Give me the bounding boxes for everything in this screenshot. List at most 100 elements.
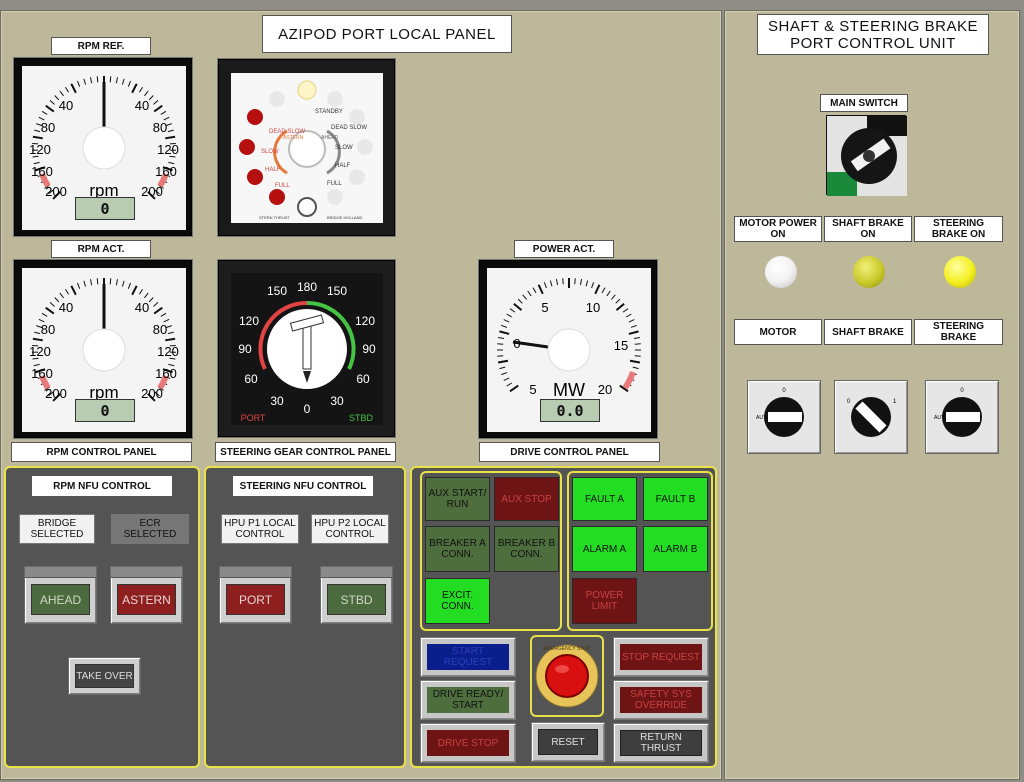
tick-label: 200 [45, 386, 67, 401]
rpm-ref-readout: 0 [75, 197, 135, 220]
dial-tick [32, 135, 43, 140]
tick-label: 200 [141, 386, 163, 401]
emergency-stop-icon: EMERGENCY STOP [535, 644, 599, 708]
telegraph-knob[interactable] [297, 197, 317, 217]
start-request-button[interactable]: START REQUEST [420, 637, 516, 677]
power-act-readout: 0.0 [540, 399, 600, 422]
dial-tick [497, 359, 509, 364]
aux-start-run-lamp[interactable]: AUX START/ RUN [425, 477, 490, 521]
dial-tick [131, 83, 138, 94]
telegraph-label: DEAD SLOW [331, 125, 367, 131]
dial-tick [556, 279, 559, 286]
rpm-ref-gauge: 40 80 120 160 200 40 80 120 160 200 rpm … [14, 58, 192, 236]
gauge-unit: MW [553, 380, 585, 400]
hpu-p2-local-control-button[interactable]: HPU P2 LOCAL CONTROL [311, 514, 389, 544]
brake-title-line-1: SHAFT & STEERING BRAKE [768, 17, 978, 35]
ahead-button[interactable]: AHEAD [24, 566, 97, 624]
hpu-p1-local-control-button[interactable]: HPU P1 LOCAL CONTROL [221, 514, 299, 544]
telegraph-ring-label: AHEAD [321, 135, 339, 141]
dial-tick [628, 319, 635, 323]
dial-tick [64, 86, 70, 93]
dial-tick [83, 78, 87, 85]
switch-mark: AUT [756, 415, 766, 421]
aux-stop-lamp[interactable]: AUX STOP [494, 477, 559, 521]
reset-button[interactable]: RESET [531, 722, 605, 762]
dial-tick [532, 287, 537, 294]
shaft-brake-on-label: SHAFT BRAKE ON [824, 216, 912, 242]
dial-tick [138, 288, 144, 295]
main-switch[interactable] [826, 115, 907, 196]
rudder-scale: 150 [267, 284, 287, 298]
dial-tick [34, 331, 41, 335]
telegraph-label: HALF [265, 167, 281, 173]
breaker-a-conn-lamp: BREAKER A CONN. [425, 526, 490, 572]
safety-sys-override-button[interactable]: SAFETY SYS OVERRIDE [613, 680, 709, 720]
tick-label: 5 [529, 382, 536, 397]
dial-tick [527, 290, 532, 297]
dial-tick [506, 382, 513, 387]
dial-tick [90, 279, 93, 286]
tick-label: 120 [157, 344, 179, 359]
stbd-label: STBD [349, 413, 374, 423]
rpm-nfu-title: RPM NFU CONTROL [31, 475, 173, 497]
dial-tick [77, 282, 81, 289]
port-button[interactable]: PORT [219, 566, 292, 624]
motor-switch-label: MOTOR [734, 319, 822, 345]
steering-brake-on-label: STEERING BRAKE ON [914, 216, 1003, 242]
rudder-scale: 0 [304, 402, 311, 416]
breaker-b-conn-lamp: BREAKER B CONN. [494, 526, 559, 572]
alarm-b-lamp: ALARM B [643, 526, 708, 572]
dial-tick [579, 279, 582, 286]
power-act-label: POWER ACT. [514, 240, 614, 258]
take-over-button[interactable]: TAKE OVER [68, 657, 141, 695]
tick-label: 40 [135, 98, 149, 113]
rudder-scale: 30 [330, 394, 344, 408]
shaft-brake-on-lamp [853, 256, 885, 288]
tick-label: 80 [153, 120, 167, 135]
tick-label: 160 [31, 366, 53, 381]
dial-tick [634, 343, 641, 345]
dial-tick [34, 129, 41, 133]
dial-tick [109, 278, 112, 285]
dial-tick [499, 330, 510, 335]
motor-rotary-switch[interactable]: 0 AUT [747, 380, 821, 454]
steering-gear-panel-label: STEERING GEAR CONTROL PANEL [215, 442, 396, 462]
dial-tick [138, 86, 144, 93]
stbd-button[interactable]: STBD [320, 566, 393, 624]
dial-tick [77, 80, 81, 87]
dial-tick [499, 366, 506, 370]
tick-label: 120 [157, 142, 179, 157]
tick-label: 120 [29, 142, 51, 157]
tick-label: 40 [59, 300, 73, 315]
dial-tick [506, 313, 513, 318]
tick-label: 200 [45, 184, 67, 199]
drive-stop-button[interactable]: DRIVE STOP [420, 723, 516, 763]
dial-tick [165, 337, 176, 342]
dial-tick [503, 377, 510, 381]
dial-tick [160, 312, 167, 317]
dial-tick [121, 78, 125, 85]
dial-tick [90, 77, 93, 84]
bridge-selected-button[interactable]: BRIDGE SELECTED [19, 514, 95, 544]
telegraph-ring-label: ASTERN [283, 135, 304, 141]
drive-ready-start-button[interactable]: DRIVE READY/ START [420, 680, 516, 720]
dial-tick [148, 95, 154, 101]
dial-tick [615, 298, 621, 304]
dial-tick [45, 104, 55, 113]
dial-tick [83, 280, 87, 287]
excit-conn-lamp: EXCIT. CONN. [425, 578, 490, 624]
tick-label: 40 [59, 98, 73, 113]
emergency-stop-button[interactable] [545, 654, 589, 698]
steering-brake-rotary-switch[interactable]: 0 AUT [925, 380, 999, 454]
ecr-selected-button[interactable]: ECR SELECTED [111, 514, 189, 544]
shaft-brake-rotary-switch[interactable]: 0 1 [834, 380, 908, 454]
main-switch-icon [827, 116, 907, 196]
stop-request-button[interactable]: STOP REQUEST [613, 637, 709, 677]
astern-button[interactable]: ASTERN [110, 566, 183, 624]
dial-tick [498, 337, 505, 340]
dial-tick [59, 90, 64, 97]
dial-tick [41, 312, 48, 317]
brake-title-line-2: PORT CONTROL UNIT [790, 34, 956, 52]
return-thrust-button[interactable]: RETURN THRUST [613, 723, 709, 763]
dial-tick [167, 331, 174, 335]
